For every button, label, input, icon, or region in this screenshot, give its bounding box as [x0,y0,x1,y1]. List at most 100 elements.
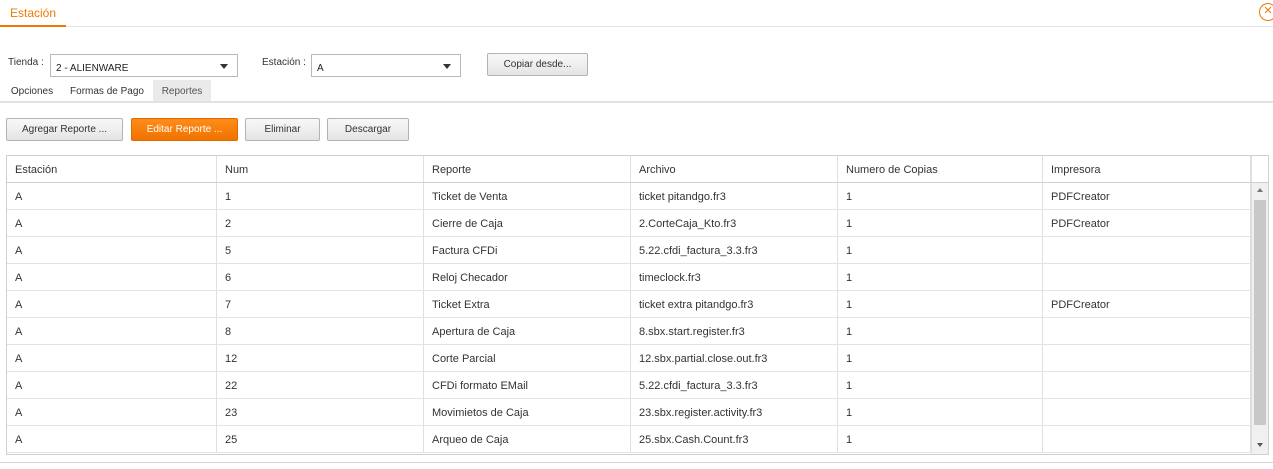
column-header-archivo[interactable]: Archivo [631,156,838,182]
estacion-label: Estación : [262,57,306,68]
cell-reporte: Apertura de Caja [424,318,631,344]
cell-num: 8 [217,318,424,344]
cell-num: 22 [217,372,424,398]
cell-impresora [1043,345,1251,371]
cell-num: 2 [217,210,424,236]
table-header: Estación Num Reporte Archivo Numero de C… [7,156,1268,183]
cell-num: 12 [217,345,424,371]
tab-reportes[interactable]: Reportes [153,80,211,101]
copy-from-button[interactable]: Copiar desde... [487,53,588,76]
column-header-num[interactable]: Num [217,156,424,182]
top-bar: Estación ✕ [0,0,1273,27]
sub-tabs: Opciones Formas de Pago Reportes [0,80,1273,103]
cell-archivo: 2.CorteCaja_Kto.fr3 [631,210,838,236]
cell-reporte: Cierre de Caja [424,210,631,236]
tienda-select[interactable]: 2 - ALIENWARE [50,54,238,77]
cell-estacion: A [7,399,217,425]
cell-impresora: PDFCreator [1043,291,1251,317]
cell-numero-copias: 1 [838,264,1043,290]
add-report-button[interactable]: Agregar Reporte ... [6,118,123,141]
scroll-down-arrow-icon[interactable] [1257,443,1263,447]
scroll-up-arrow-icon[interactable] [1257,188,1263,192]
cell-num: 23 [217,399,424,425]
cell-reporte: Arqueo de Caja [424,426,631,452]
cell-impresora: PDFCreator [1043,210,1251,236]
cell-numero-copias: 1 [838,372,1043,398]
tab-opciones[interactable]: Opciones [6,80,58,101]
cell-archivo: 12.sbx.partial.close.out.fr3 [631,345,838,371]
cell-estacion: A [7,372,217,398]
cell-num: 7 [217,291,424,317]
table-row[interactable]: A 23 Movimietos de Caja 23.sbx.register.act… [7,399,1251,426]
table-row[interactable]: A 22 CFDi formato EMail 5.22.cfdi_factura_3… [7,372,1251,399]
cell-estacion: A [7,291,217,317]
cell-numero-copias: 1 [838,183,1043,209]
estacion-select[interactable]: A [311,54,461,77]
cell-num: 6 [217,264,424,290]
table-row[interactable]: A 12 Corte Parcial 12.sbx.partial.close.out… [7,345,1251,372]
cell-estacion: A [7,345,217,371]
table-row[interactable]: A 7 Ticket Extra ticket extra pitandgo.fr3 1… [7,291,1251,318]
close-icon[interactable]: ✕ [1259,3,1273,21]
cell-reporte: Corte Parcial [424,345,631,371]
cell-reporte: Ticket de Venta [424,183,631,209]
cell-impresora [1043,399,1251,425]
cell-reporte: CFDi formato EMail [424,372,631,398]
cell-num: 5 [217,237,424,263]
cell-numero-copias: 1 [838,210,1043,236]
tab-estacion[interactable]: Estación [0,0,67,27]
cell-estacion: A [7,183,217,209]
table-row[interactable]: A 1 Ticket de Venta ticket pitandgo.fr3 1 PDF… [7,183,1251,210]
cell-impresora [1043,372,1251,398]
column-header-estacion[interactable]: Estación [7,156,217,182]
cell-impresora [1043,426,1251,452]
cell-reporte: Reloj Checador [424,264,631,290]
cell-archivo: ticket pitandgo.fr3 [631,183,838,209]
edit-report-button[interactable]: Editar Reporte ... [131,118,238,141]
scrollbar-thumb[interactable] [1254,200,1266,425]
column-header-reporte[interactable]: Reporte [424,156,631,182]
cell-impresora [1043,237,1251,263]
delete-button[interactable]: Eliminar [245,118,320,141]
cell-numero-copias: 1 [838,345,1043,371]
column-header-impresora[interactable]: Impresora [1043,156,1251,182]
column-header-numero-copias[interactable]: Numero de Copias [838,156,1043,182]
table-row[interactable]: A 6 Reloj Checador timeclock.fr3 1 [7,264,1251,291]
cell-archivo: 23.sbx.register.activity.fr3 [631,399,838,425]
cell-estacion: A [7,318,217,344]
cell-reporte: Factura CFDi [424,237,631,263]
cell-impresora: PDFCreator [1043,183,1251,209]
tienda-label: Tienda : [8,57,44,68]
cell-estacion: A [7,264,217,290]
cell-estacion: A [7,210,217,236]
cell-numero-copias: 1 [838,291,1043,317]
cell-num: 25 [217,426,424,452]
cell-archivo: timeclock.fr3 [631,264,838,290]
cell-archivo: 25.sbx.Cash.Count.fr3 [631,426,838,452]
chevron-down-icon [443,64,451,69]
header-corner [1251,156,1268,183]
cell-num: 1 [217,183,424,209]
bottom-divider [0,462,1273,463]
download-button[interactable]: Descargar [327,118,409,141]
cell-archivo: 5.22.cfdi_factura_3.3.fr3 [631,372,838,398]
cell-reporte: Ticket Extra [424,291,631,317]
table-row[interactable]: A 8 Apertura de Caja 8.sbx.start.register.f… [7,318,1251,345]
table-row[interactable]: A 25 Arqueo de Caja 25.sbx.Cash.Count.fr3 1 [7,426,1251,453]
cell-numero-copias: 1 [838,318,1043,344]
table-row[interactable]: A 2 Cierre de Caja 2.CorteCaja_Kto.fr3 1 PDFC… [7,210,1251,237]
cell-impresora [1043,264,1251,290]
chevron-down-icon [220,64,228,69]
cell-archivo: ticket extra pitandgo.fr3 [631,291,838,317]
tab-formas-de-pago[interactable]: Formas de Pago [66,80,148,101]
cell-numero-copias: 1 [838,399,1043,425]
vertical-scrollbar[interactable] [1251,183,1268,454]
cell-archivo: 5.22.cfdi_factura_3.3.fr3 [631,237,838,263]
cell-impresora [1043,318,1251,344]
cell-archivo: 8.sbx.start.register.fr3 [631,318,838,344]
cell-estacion: A [7,237,217,263]
cell-reporte: Movimietos de Caja [424,399,631,425]
cell-estacion: A [7,426,217,452]
reports-table: Estación Num Reporte Archivo Numero de C… [6,155,1269,455]
table-row[interactable]: A 5 Factura CFDi 5.22.cfdi_factura_3.3.fr3 1 [7,237,1251,264]
